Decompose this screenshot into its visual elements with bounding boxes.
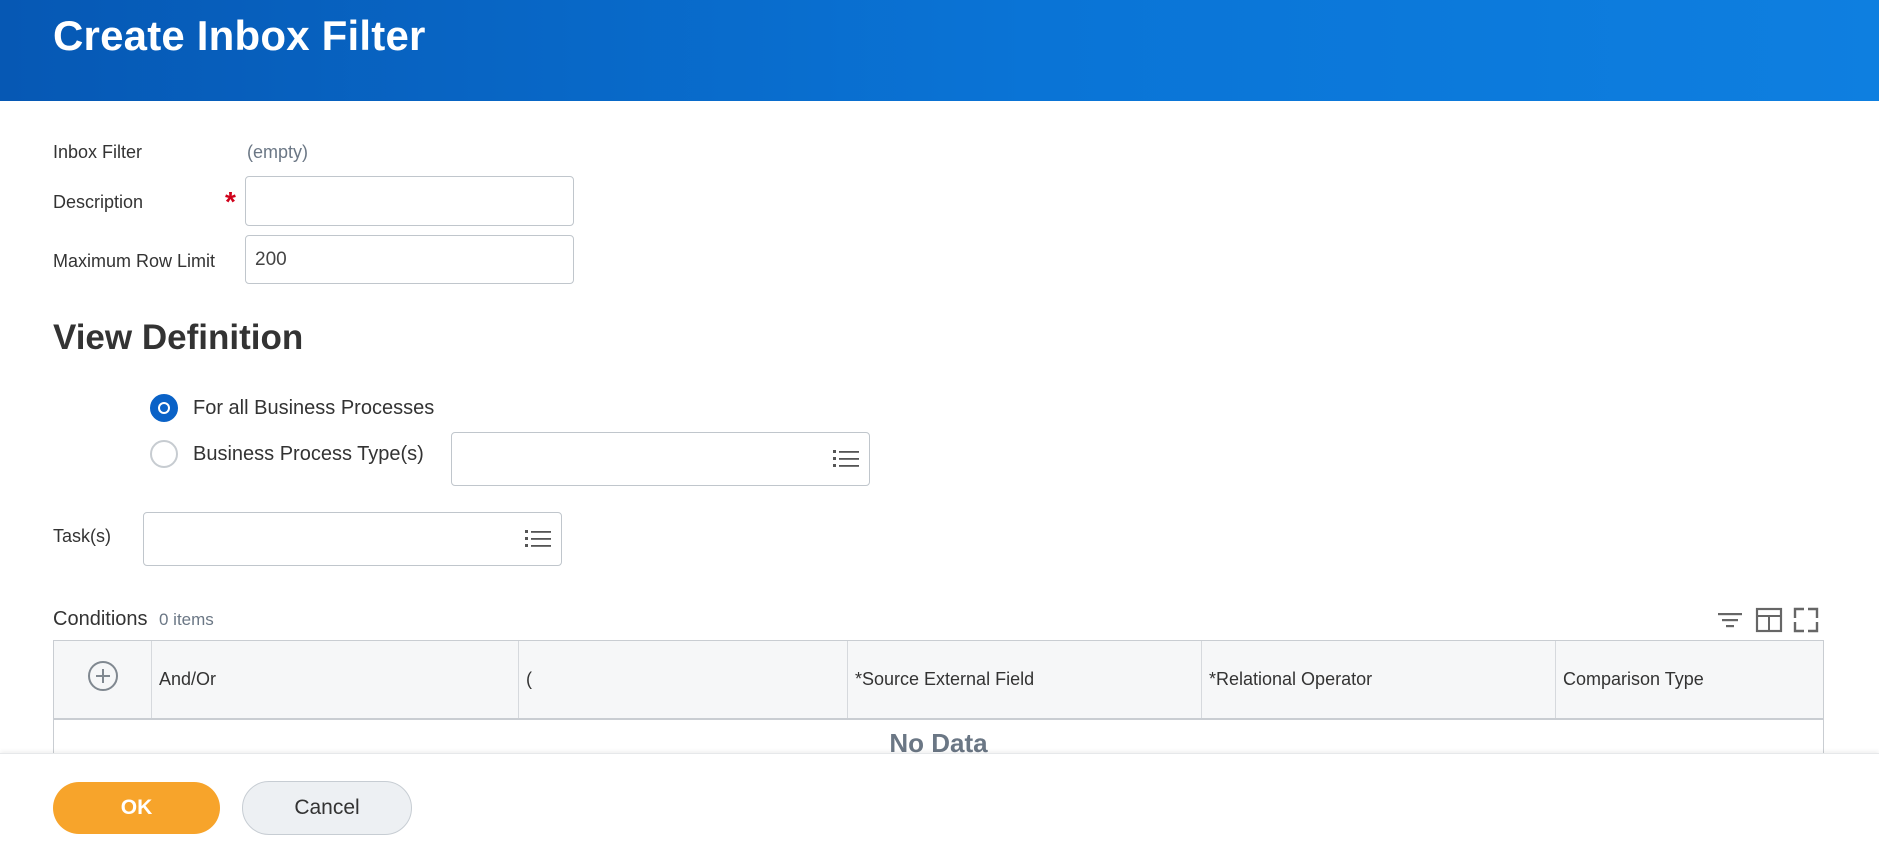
radio-business-process-types-label[interactable]: Business Process Type(s) [193, 443, 424, 466]
max-row-limit-field[interactable]: 200 [245, 235, 574, 284]
conditions-title: Conditions [53, 608, 148, 630]
column-header[interactable]: *Source External Field [848, 641, 1202, 718]
view-definition-title: View Definition [53, 318, 304, 357]
grid-header-row: And/Or ( *Source External Field *Relatio… [54, 641, 1823, 720]
column-header[interactable]: And/Or [152, 641, 519, 718]
column-header[interactable]: Comparison Type [1556, 641, 1823, 718]
page-header: Create Inbox Filter [0, 0, 1879, 101]
filter-icon[interactable] [1716, 606, 1744, 634]
radio-all-business-processes[interactable] [150, 394, 178, 422]
inbox-filter-label: Inbox Filter [53, 142, 143, 162]
add-row-cell [54, 641, 152, 718]
page-title: Create Inbox Filter [53, 12, 426, 59]
tasks-label: Task(s) [53, 526, 111, 546]
cancel-button[interactable]: Cancel [242, 781, 412, 835]
radio-business-process-types[interactable] [150, 440, 178, 468]
required-marker: * [225, 186, 236, 217]
inbox-filter-value: (empty) [247, 142, 309, 162]
description-field[interactable] [245, 176, 574, 226]
radio-all-business-processes-label[interactable]: For all Business Processes [193, 397, 434, 420]
column-layout-icon[interactable] [1755, 606, 1783, 634]
tasks-prompt[interactable] [143, 512, 562, 566]
conditions-count: 0 items [159, 610, 214, 629]
max-row-limit-label: Maximum Row Limit [53, 251, 216, 271]
description-label: Description [53, 192, 144, 212]
conditions-grid: And/Or ( *Source External Field *Relatio… [53, 640, 1824, 760]
list-icon[interactable] [525, 528, 551, 550]
fullscreen-icon[interactable] [1792, 606, 1820, 634]
list-icon[interactable] [833, 448, 859, 470]
business-process-types-prompt[interactable] [451, 432, 870, 486]
column-header[interactable]: *Relational Operator [1202, 641, 1556, 718]
ok-button[interactable]: OK [53, 782, 220, 834]
column-header[interactable]: ( [519, 641, 848, 718]
add-row-icon[interactable] [87, 660, 118, 691]
